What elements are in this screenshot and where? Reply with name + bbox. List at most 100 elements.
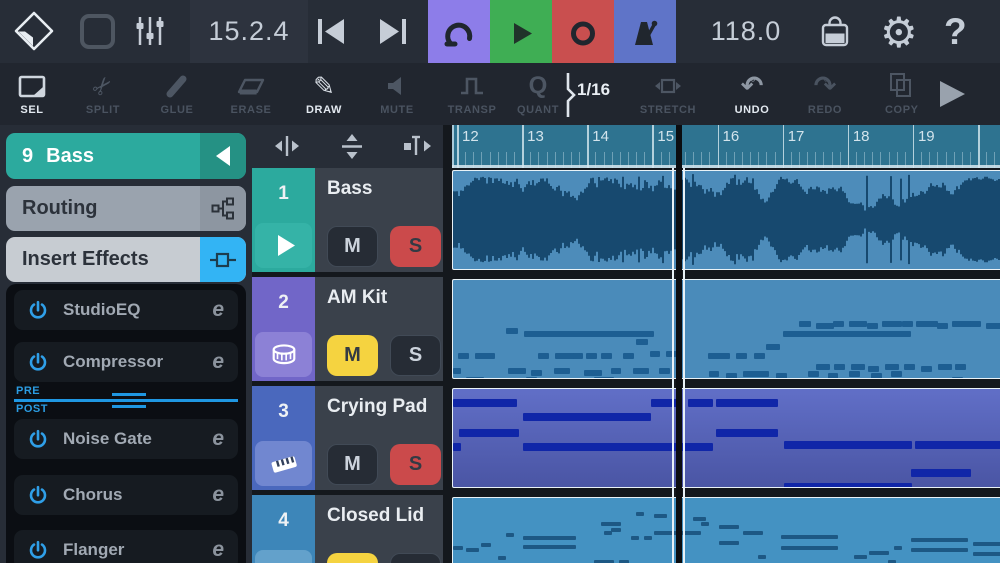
track-name[interactable]: Crying Pad — [327, 396, 427, 418]
fast-forward-icon[interactable] — [378, 16, 408, 47]
midi-note — [871, 373, 882, 379]
power-icon[interactable] — [28, 429, 48, 449]
midi-note — [854, 555, 867, 559]
track-row-bass[interactable]: 1 Bass M S — [252, 168, 443, 272]
record-button[interactable] — [552, 0, 614, 67]
redo-icon: ↷° — [793, 71, 857, 101]
midi-note — [623, 353, 634, 359]
playhead[interactable] — [676, 125, 682, 563]
solo-button[interactable]: S — [390, 226, 441, 267]
app-logo-icon[interactable] — [14, 11, 54, 51]
help-button[interactable]: ? — [944, 0, 967, 63]
midi-clip-closedlid[interactable] — [452, 497, 1000, 563]
track-name[interactable]: AM Kit — [327, 287, 387, 309]
ruler-tick-major — [587, 125, 589, 168]
track-number: 3 — [252, 386, 315, 438]
tool-transpose[interactable]: TRANSP — [440, 63, 504, 125]
mixer-icon[interactable] — [136, 16, 164, 46]
midi-note — [644, 536, 652, 540]
midi-note — [869, 551, 889, 555]
drum-track-icon[interactable] — [255, 332, 312, 377]
tool-glue[interactable]: GLUE — [145, 63, 209, 125]
audio-clip-bass[interactable] — [452, 170, 1000, 270]
insert-effects-list: StudioEQ e Compressor e PRE POST Noise G… — [6, 284, 246, 563]
power-icon[interactable] — [28, 485, 48, 505]
ruler-tick-major — [652, 125, 654, 168]
midi-note — [633, 368, 649, 374]
insert-effects-section[interactable]: Insert Effects — [6, 237, 246, 282]
timeline-ruler[interactable]: 1213141516171819 — [452, 125, 1000, 168]
midi-clip-amkit[interactable] — [452, 279, 1000, 379]
solo-button[interactable]: S — [390, 444, 441, 485]
effect-slot-compressor[interactable]: Compressor e — [14, 342, 238, 382]
stretch-icon — [636, 71, 700, 101]
track-row-cryingpad[interactable]: 3 Crying Pad M S — [252, 386, 443, 490]
power-icon[interactable] — [28, 300, 48, 320]
play-button[interactable] — [490, 0, 552, 67]
midi-note — [784, 483, 912, 488]
keys-track-icon[interactable] — [255, 441, 312, 486]
midi-note — [636, 512, 644, 516]
selected-track-header[interactable]: 9Bass — [6, 133, 246, 179]
divider-handle[interactable] — [112, 405, 146, 408]
effect-slot-noisegate[interactable]: Noise Gate e — [14, 419, 238, 459]
track-name[interactable]: Bass — [327, 178, 372, 200]
tool-redo[interactable]: ↷° REDO — [793, 63, 857, 125]
edit-effect-button[interactable]: e — [212, 298, 224, 322]
quantize-value[interactable]: 1/16 — [577, 80, 610, 100]
tool-draw[interactable]: ✎ DRAW — [292, 63, 356, 125]
midi-note — [904, 364, 915, 370]
cubasis-daw-window: 15.2.4 — [0, 0, 1000, 563]
midi-note — [693, 517, 706, 521]
track-name[interactable]: Closed Lid — [327, 505, 424, 527]
audio-track-icon[interactable] — [255, 223, 312, 268]
effect-slot-studioeq[interactable]: StudioEQ e — [14, 290, 238, 330]
midi-note — [523, 413, 651, 421]
divider-handle[interactable] — [112, 393, 146, 396]
mute-button[interactable]: M — [327, 553, 378, 563]
track-row-closedlid[interactable]: 4 Closed Lid M S — [252, 495, 443, 563]
selected-track-name: Bass — [46, 145, 94, 167]
mute-button[interactable]: M — [327, 444, 378, 485]
collapse-inspector-button[interactable] — [200, 133, 246, 179]
tool-erase[interactable]: ERASE — [219, 63, 283, 125]
solo-button[interactable]: S — [390, 335, 441, 376]
midi-clip-cryingpad[interactable] — [452, 388, 1000, 488]
time-display[interactable]: 15.2.4 — [190, 0, 308, 63]
edit-effect-button[interactable]: e — [212, 538, 224, 562]
effect-slot-chorus[interactable]: Chorus e — [14, 475, 238, 515]
routing-section[interactable]: Routing — [6, 186, 246, 231]
edit-effect-button[interactable]: e — [212, 427, 224, 451]
power-icon[interactable] — [28, 540, 48, 560]
ruler-bar-label: 12 — [462, 128, 479, 145]
effect-slot-flanger[interactable]: Flanger e — [14, 530, 238, 563]
tempo-display[interactable]: 118.0 — [700, 0, 792, 63]
zoom-vertical-icon[interactable] — [341, 133, 363, 160]
tool-mute[interactable]: MUTE — [365, 63, 429, 125]
tool-select[interactable]: SEL — [0, 63, 64, 125]
track-number: 2 — [252, 277, 315, 329]
zoom-horizontal-icon[interactable] — [274, 135, 300, 157]
cycle-loop-button[interactable] — [428, 0, 490, 67]
tool-split[interactable]: ✂ SPLIT — [71, 63, 135, 125]
midi-note — [631, 536, 639, 540]
track-row-amkit[interactable]: 2 AM Kit M S — [252, 277, 443, 381]
rewind-to-start-icon[interactable] — [316, 16, 346, 47]
tool-stretch[interactable]: STRETCH — [636, 63, 700, 125]
mute-button[interactable]: M — [327, 335, 378, 376]
track-resize-icon[interactable] — [404, 135, 432, 157]
power-icon[interactable] — [28, 352, 48, 372]
edit-effect-button[interactable]: e — [212, 483, 224, 507]
stop-button[interactable] — [80, 14, 115, 49]
mute-button[interactable]: M — [327, 226, 378, 267]
pre-post-divider[interactable] — [14, 399, 238, 402]
settings-gear-icon[interactable]: ⚙ — [880, 4, 918, 62]
tool-copy[interactable]: COPY — [876, 63, 926, 125]
shop-bag-icon[interactable] — [818, 14, 852, 48]
solo-button[interactable]: S — [390, 553, 441, 563]
edit-effect-button[interactable]: e — [212, 350, 224, 374]
metronome-button[interactable] — [614, 0, 676, 67]
toolbar-expand-icon[interactable] — [938, 80, 966, 108]
tool-undo[interactable]: ↶° UNDO — [720, 63, 784, 125]
keys-track-icon[interactable] — [255, 550, 312, 563]
